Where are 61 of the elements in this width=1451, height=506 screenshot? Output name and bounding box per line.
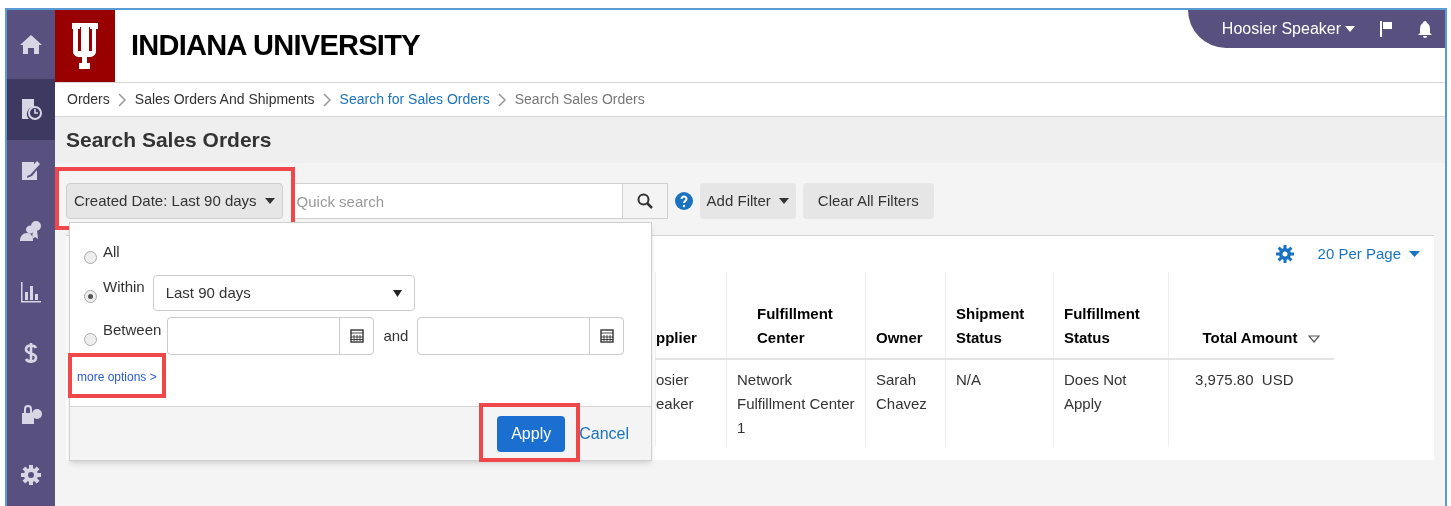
more-options-link[interactable]: more options > [77,370,157,384]
settings-icon[interactable] [1275,245,1294,263]
sidebar-item[interactable] [7,78,55,140]
sort-icon[interactable] [1307,335,1320,344]
column-header[interactable]: Fulfillment Center [726,272,866,359]
option-label: All [103,242,120,262]
per-page-menu[interactable]: 20 Per Page [1317,242,1420,266]
flag-icon[interactable] [1379,21,1393,37]
chevron-icon [117,92,127,107]
breadcrumb-link[interactable]: Orders [67,89,110,110]
help-icon[interactable] [674,192,693,210]
table-cell: Network Fulfillment Center 1 [726,359,866,447]
date-filter-button[interactable]: Created Date: Last 90 days [66,183,283,219]
breadcrumb-current: Search Sales Orders [514,90,645,109]
calendar-icon [599,329,614,343]
radio-button[interactable] [84,250,97,264]
caret-icon [1345,26,1355,32]
page-title: Search Sales Orders [66,127,272,154]
table-cell: Does Not Apply [1053,359,1169,447]
cancel-link[interactable]: Cancel [579,421,629,446]
calendar-icon [349,329,364,343]
date-field[interactable] [417,317,625,355]
option-label: Within [103,277,145,297]
column-header[interactable]: Owner [865,272,946,359]
settings-icon [20,464,42,487]
table-cell: Sarah Chavez [865,359,946,447]
table-cell: osier eaker [655,359,727,447]
lock-gear-icon [20,403,42,426]
bell-icon[interactable] [1417,20,1433,38]
document-pencil-icon [20,159,42,182]
table-cell: 3,975.80 USD [1168,359,1334,447]
date-field[interactable] [167,317,375,355]
caret-icon [1409,251,1420,257]
logo-text: INDIANA UNIVERSITY [131,28,420,64]
search-button[interactable] [622,183,668,219]
breadcrumb-link[interactable]: Sales Orders And Shipments [134,89,315,110]
search-icon [636,193,653,209]
column-header[interactable]: Shipment Status [945,272,1054,359]
column-header[interactable]: Total Amount [1168,272,1334,359]
breadcrumb-link[interactable]: Search for Sales Orders [339,89,490,110]
radio-button[interactable] [84,332,97,346]
add-filter-button[interactable]: Add Filter [699,183,796,219]
and-label: and [382,325,410,346]
caret-icon [264,198,275,204]
option-label: Between [103,320,162,340]
column-header[interactable]: pplier [655,272,727,359]
caret-icon [392,289,402,297]
apply-button[interactable]: Apply [497,415,566,452]
trident-icon [70,23,100,69]
people-award-icon [20,220,42,243]
chevron-icon [322,92,332,107]
home-icon [20,33,42,56]
column-header[interactable]: Fulfillment Status [1053,272,1169,359]
chevron-icon [497,92,507,107]
document-clock-icon [20,98,42,121]
bar-chart-icon [20,281,42,304]
caret-icon [778,198,789,204]
radio-button[interactable] [84,289,97,303]
clear-filters-button[interactable]: Clear All Filters [802,183,934,219]
range-select[interactable]: Last 90 days [152,275,415,311]
table-cell: N/A [945,359,1054,447]
